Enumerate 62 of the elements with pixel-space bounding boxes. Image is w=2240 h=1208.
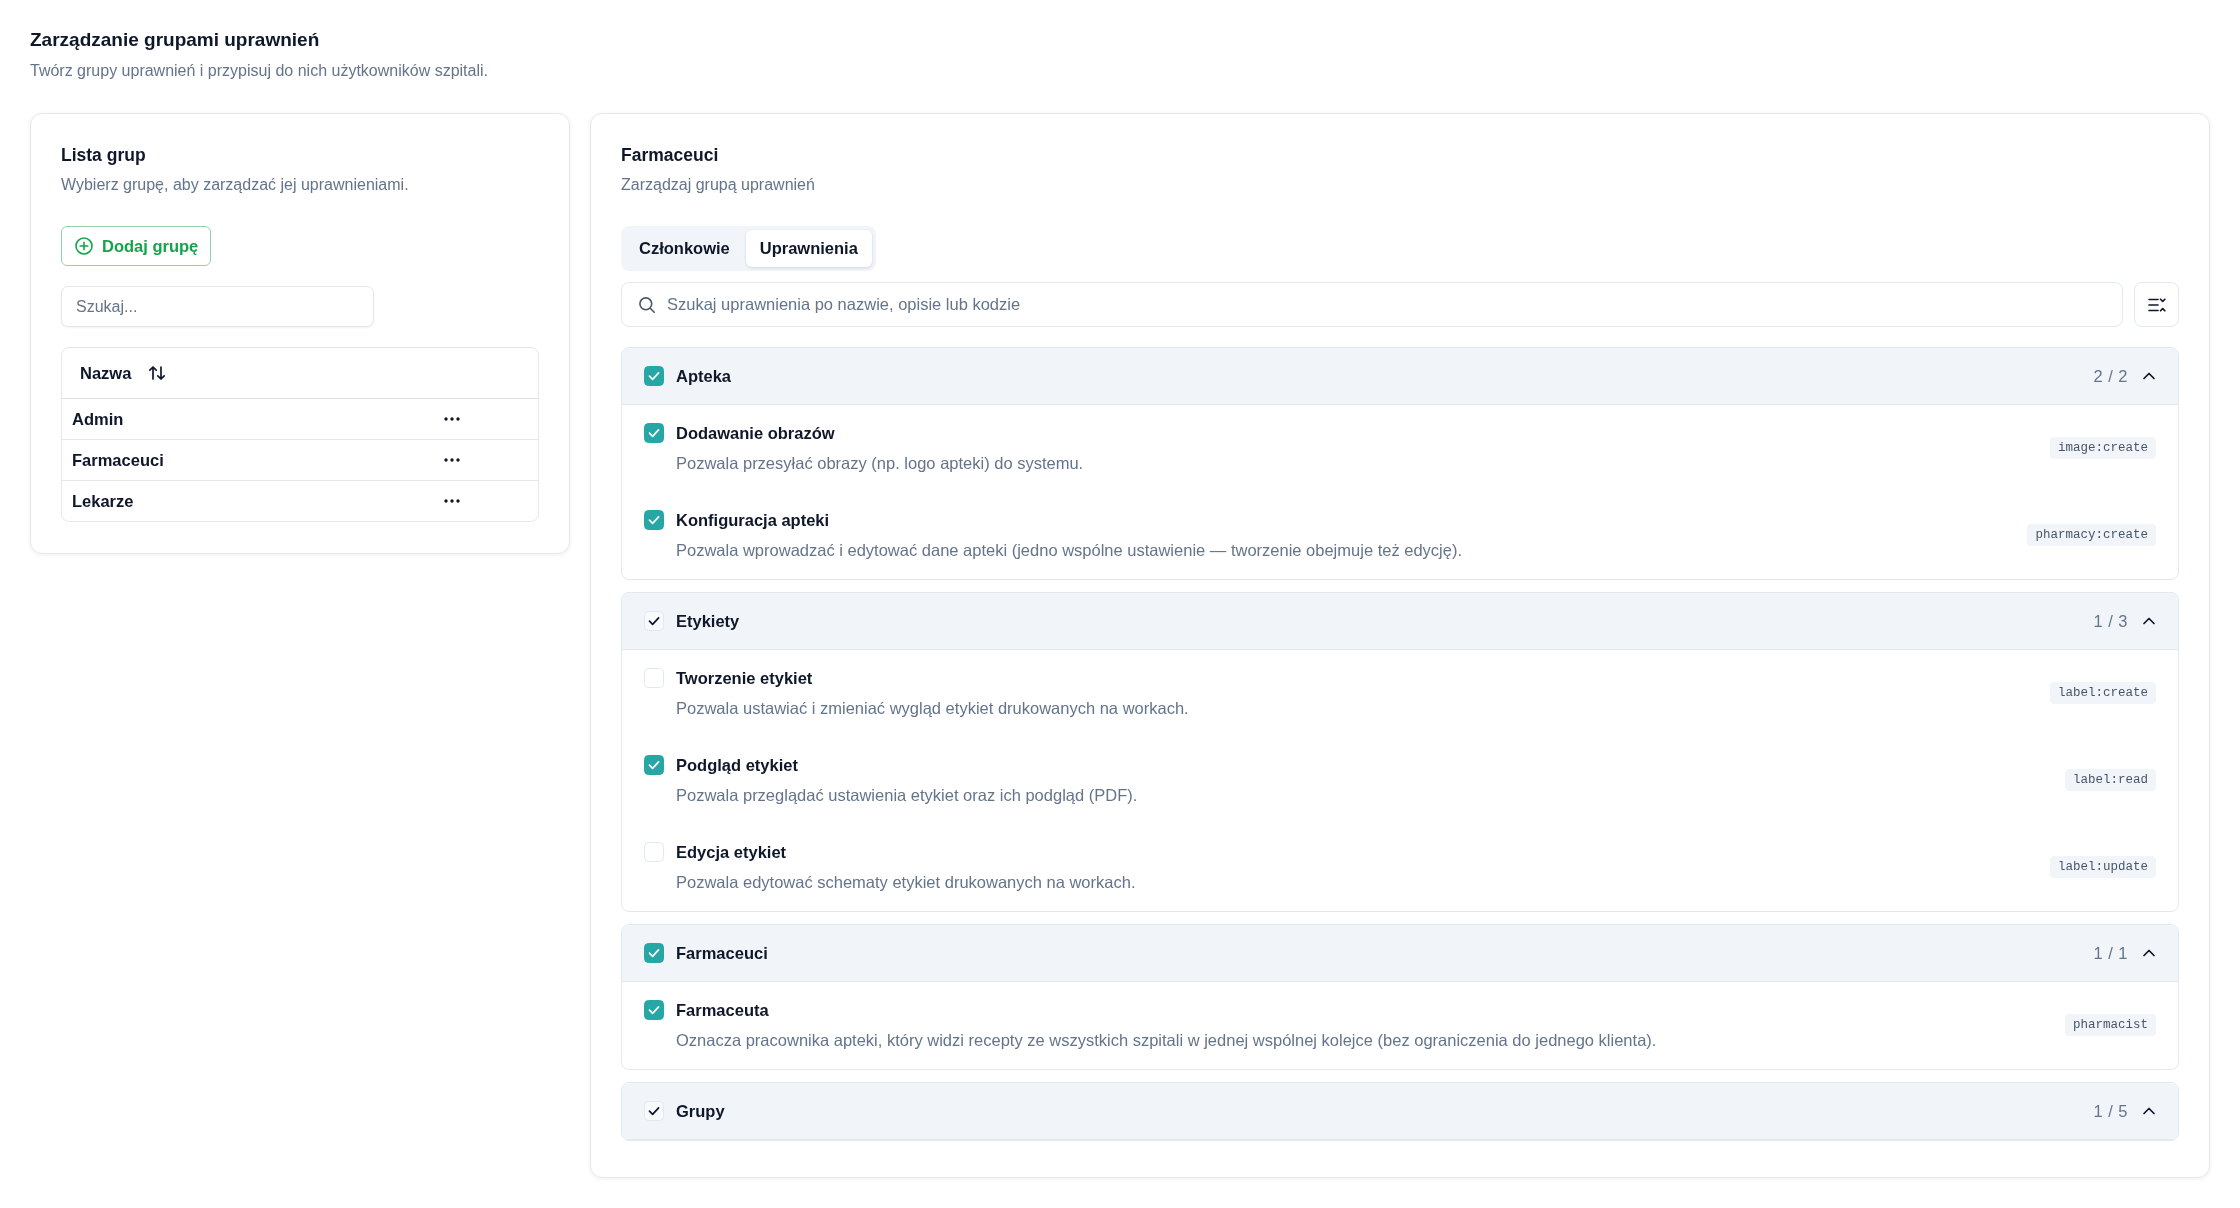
- chevron-up-icon[interactable]: [2142, 1105, 2156, 1117]
- checkbox[interactable]: [644, 423, 664, 443]
- permission-description: Oznacza pracownika apteki, który widzi recepty ze wszystkich szpitali w jednej wspólnej kolejce (bez ograniczenia do jednego klienta).: [676, 1030, 1658, 1051]
- ellipsis-icon: [444, 458, 460, 462]
- expand-collapse-button[interactable]: [2134, 282, 2179, 327]
- page-title: Zarządzanie grupami uprawnień: [30, 28, 321, 52]
- permission-name: Dodawanie obrazów: [676, 423, 836, 444]
- sort-arrows-icon: [148, 364, 167, 382]
- checkbox[interactable]: [644, 943, 664, 963]
- group-name[interactable]: Farmaceuci: [72, 450, 436, 470]
- permission-description: Pozwala ustawiać i zmieniać wygląd etykiet drukowanych na workach.: [676, 698, 1190, 719]
- ellipsis-icon: [444, 499, 460, 503]
- permission-name: Edycja etykiet: [676, 842, 788, 863]
- group-name: Grupy: [676, 1101, 726, 1121]
- permission-description: Pozwala przeglądać ustawienia etykiet oraz ich podgląd (PDF).: [676, 785, 1139, 806]
- permission-count: 1 / 3: [2093, 611, 2128, 631]
- search-field[interactable]: Szukaj uprawnienia po nazwie, opisie lub kodzie: [621, 282, 2123, 327]
- permission-name: Konfiguracja apteki: [676, 510, 831, 531]
- card-title: Farmaceuci: [621, 144, 720, 167]
- search-field[interactable]: Szukaj...: [61, 286, 374, 327]
- permission-description: Pozwala wprowadzać i edytować dane apteki (jedno wspólne ustawienie — tworzenie obejmuje też edycję).: [676, 540, 1463, 561]
- checkbox[interactable]: [644, 366, 664, 386]
- group-header[interactable]: Apteka 2 / 2: [622, 348, 2178, 405]
- permission-code: label:create: [2050, 682, 2156, 704]
- checkbox[interactable]: [644, 755, 664, 775]
- permission-name: Tworzenie etykiet: [676, 668, 814, 689]
- group-name: Apteka: [676, 366, 733, 386]
- group-name[interactable]: Lekarze: [72, 491, 436, 511]
- permission-code: pharmacy:create: [2027, 524, 2156, 546]
- sort-column-button[interactable]: Nazwa: [80, 363, 167, 383]
- chevron-up-icon[interactable]: [2142, 947, 2156, 959]
- group-header[interactable]: Grupy 1 / 5: [622, 1083, 2178, 1140]
- page-subtitle: Twórz grupy uprawnień i przypisuj do nich użytkowników szpitali.: [30, 61, 489, 81]
- permission-description: Pozwala edytować schematy etykiet drukowanych na workach.: [676, 872, 1137, 893]
- chevron-up-icon[interactable]: [2142, 370, 2156, 382]
- permission-count: 2 / 2: [2093, 366, 2128, 386]
- permission-count: 1 / 5: [2093, 1101, 2128, 1121]
- permission-code: pharmacist: [2065, 1014, 2156, 1036]
- card-subtitle: Zarządzaj grupą uprawnień: [621, 175, 816, 195]
- tab[interactable]: Członkowie: [625, 230, 744, 267]
- card-title: Lista grup: [61, 144, 147, 167]
- chevron-up-icon[interactable]: [2142, 615, 2156, 627]
- list-chevrons-icon: [2147, 296, 2166, 313]
- group-name: Etykiety: [676, 611, 741, 631]
- group-name[interactable]: Admin: [72, 409, 436, 429]
- permission-name: Podgląd etykiet: [676, 755, 799, 776]
- group-name: Farmaceuci: [676, 943, 769, 963]
- group-header[interactable]: Etykiety 1 / 3: [622, 593, 2178, 650]
- permission-code: image:create: [2050, 437, 2156, 459]
- permission-count: 1 / 1: [2093, 943, 2128, 963]
- permission-code: label:read: [2065, 769, 2156, 791]
- permission-name: Farmaceuta: [676, 1000, 770, 1021]
- card-subtitle: Wybierz grupę, aby zarządzać jej uprawnieniami.: [61, 175, 410, 195]
- permission-code: label:update: [2050, 856, 2156, 878]
- ellipsis-icon: [444, 417, 460, 421]
- checkbox[interactable]: [644, 510, 664, 530]
- checkbox[interactable]: [644, 1000, 664, 1020]
- permission-description: Pozwala przesyłać obrazy (np. logo apteki) do systemu.: [676, 453, 1085, 474]
- tab[interactable]: Uprawnienia: [745, 230, 872, 267]
- group-header[interactable]: Farmaceuci 1 / 1: [622, 925, 2178, 982]
- plus-circle-icon: [75, 237, 93, 255]
- search-icon: [638, 295, 656, 314]
